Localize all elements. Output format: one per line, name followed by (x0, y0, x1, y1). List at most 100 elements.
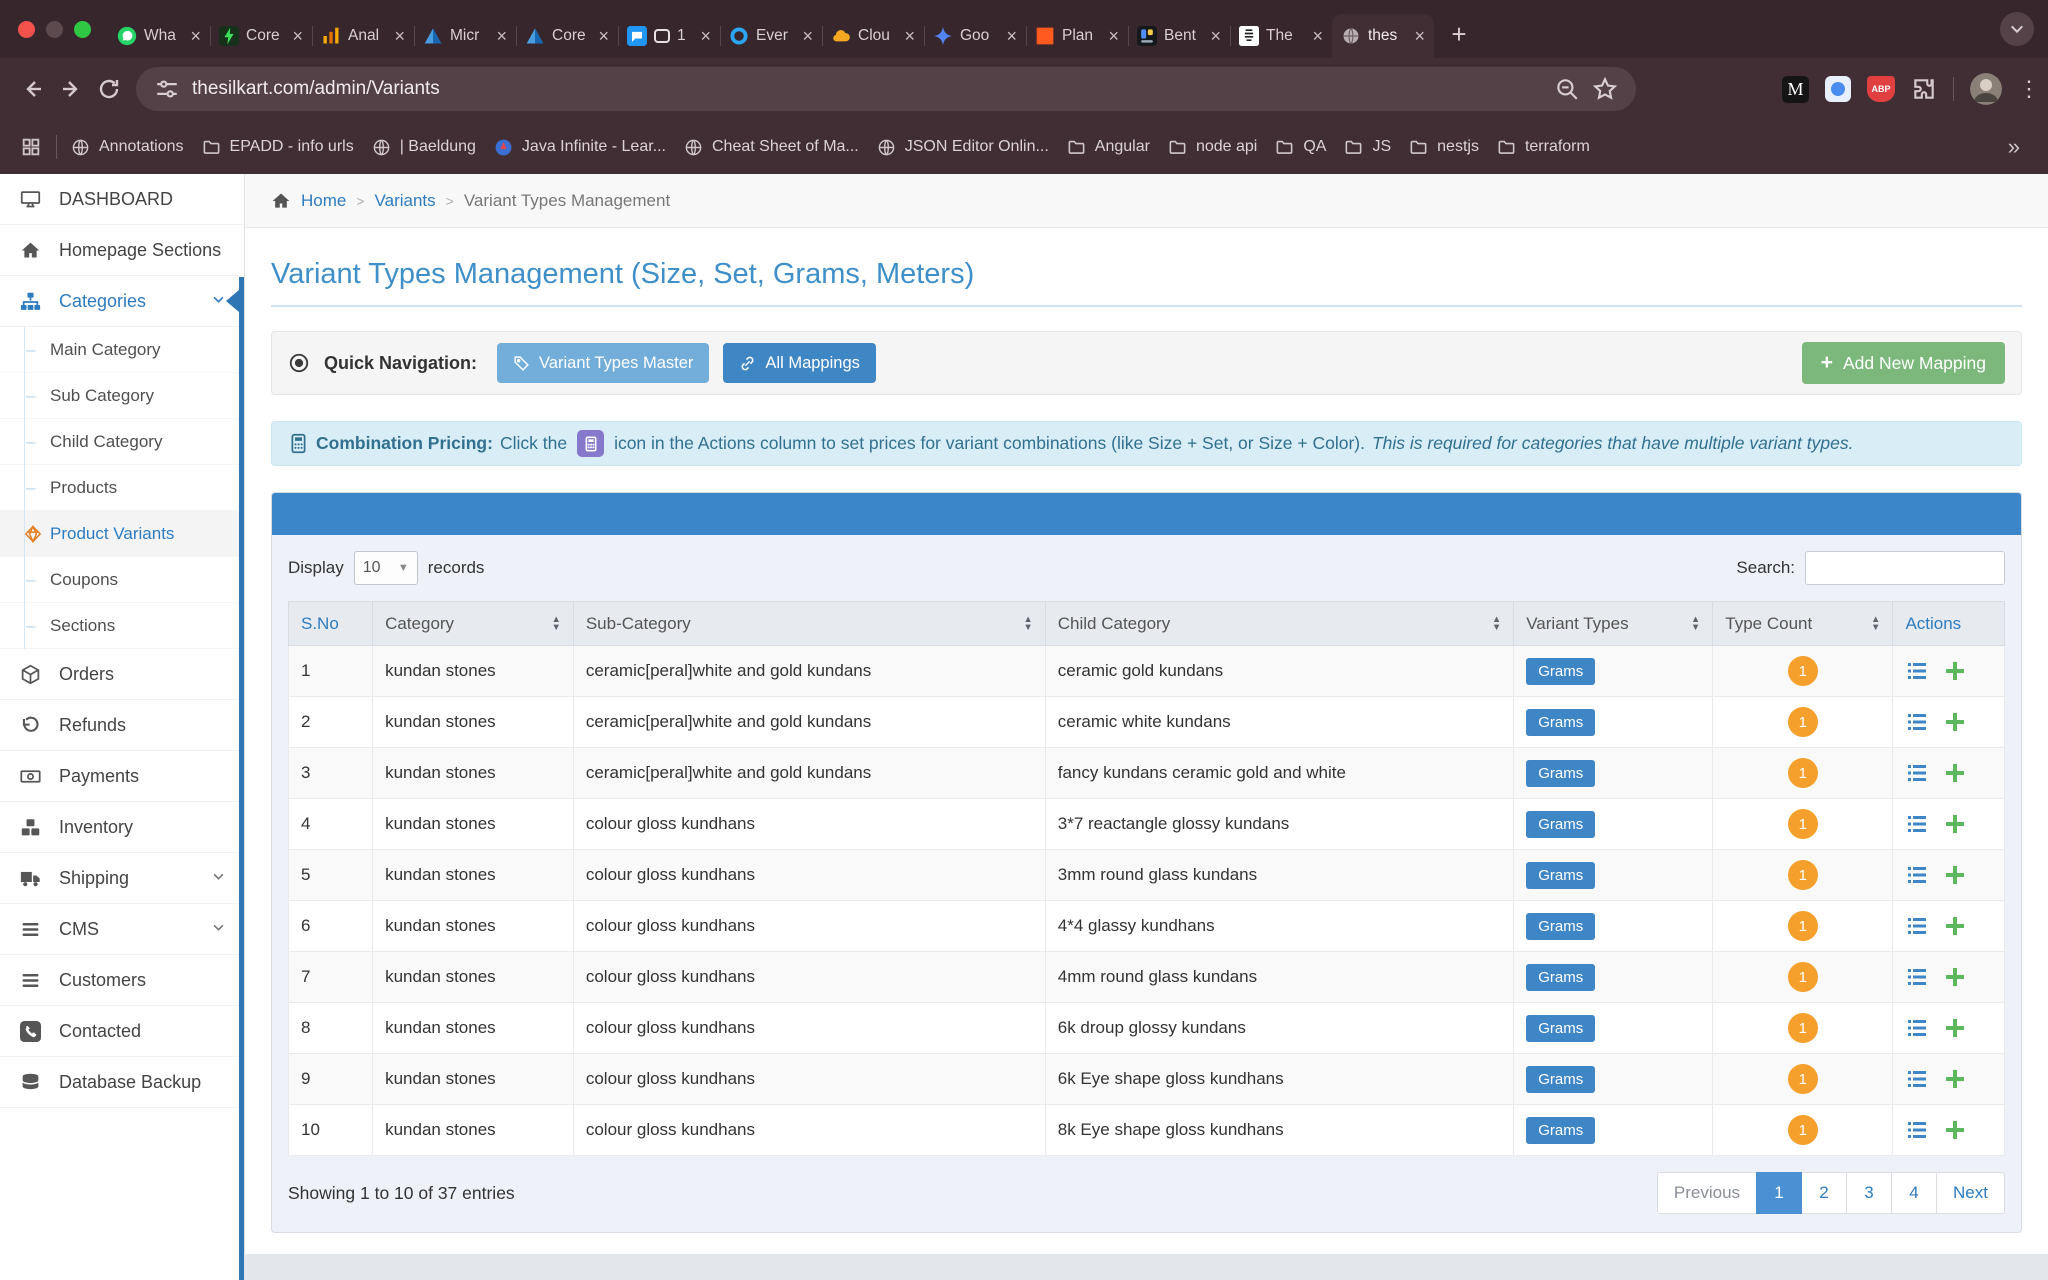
window-minimize-button[interactable] (46, 21, 63, 38)
manage-types-icon[interactable] (1905, 812, 1929, 836)
add-mapping-icon[interactable] (1943, 863, 1967, 887)
pagination-next[interactable]: Next (1936, 1172, 2005, 1214)
site-settings-icon[interactable] (154, 76, 180, 102)
browser-tab[interactable]: thes× (1332, 14, 1434, 58)
add-mapping-icon[interactable] (1943, 812, 1967, 836)
tab-close-icon[interactable]: × (1006, 27, 1017, 45)
bookmark-item[interactable]: QA (1275, 138, 1326, 157)
browser-tab[interactable]: Core× (210, 14, 312, 58)
add-new-mapping-button[interactable]: + Add New Mapping (1802, 342, 2005, 384)
sidebar-item-sub-category[interactable]: –Sub Category (0, 373, 244, 419)
medium-extension-icon[interactable]: M (1782, 76, 1809, 103)
sidebar-item-coupons[interactable]: –Coupons (0, 557, 244, 603)
pagination-page-3[interactable]: 3 (1846, 1172, 1892, 1214)
add-mapping-icon[interactable] (1943, 965, 1967, 989)
variant-types-master-button[interactable]: Variant Types Master (497, 343, 709, 383)
sidebar-item-cms[interactable]: CMS (0, 904, 244, 955)
sidebar-item-main-category[interactable]: –Main Category (0, 327, 244, 373)
browser-tab[interactable]: Micr× (414, 14, 516, 58)
column-header-s-no[interactable]: S.No (289, 602, 373, 646)
add-mapping-icon[interactable] (1943, 761, 1967, 785)
tab-search-chevron-button[interactable] (2000, 12, 2034, 46)
sidebar-item-homepage-sections[interactable]: Homepage Sections (0, 225, 244, 276)
browser-tab[interactable]: The× (1230, 14, 1332, 58)
sidebar-item-contacted[interactable]: Contacted (0, 1006, 244, 1057)
manage-types-icon[interactable] (1905, 1067, 1929, 1091)
manage-types-icon[interactable] (1905, 1016, 1929, 1040)
column-header-type-count[interactable]: Type Count▲▼ (1713, 602, 1893, 646)
tab-close-icon[interactable]: × (1108, 27, 1119, 45)
bookmark-item[interactable]: Cheat Sheet of Ma... (684, 138, 859, 157)
browser-tab[interactable]: Bent× (1128, 14, 1230, 58)
bookmark-item[interactable]: JS (1344, 138, 1391, 157)
browser-tab[interactable]: Anal× (312, 14, 414, 58)
sidebar-item-sections[interactable]: –Sections (0, 603, 244, 649)
search-input[interactable] (1805, 551, 2005, 585)
add-mapping-icon[interactable] (1943, 710, 1967, 734)
pagination-page-2[interactable]: 2 (1801, 1172, 1847, 1214)
breadcrumb-link[interactable]: Variants (375, 191, 436, 211)
tab-close-icon[interactable]: × (190, 27, 201, 45)
sort-icon[interactable]: ▲▼ (1492, 616, 1501, 632)
tab-close-icon[interactable]: × (598, 27, 609, 45)
breadcrumb-link[interactable]: Home (301, 191, 346, 211)
window-zoom-button[interactable] (74, 21, 91, 38)
bookmark-item[interactable]: nestjs (1409, 138, 1479, 157)
bookmark-item[interactable]: JSON Editor Onlin... (877, 138, 1049, 157)
window-close-button[interactable] (18, 21, 35, 38)
tab-close-icon[interactable]: × (292, 27, 303, 45)
add-mapping-icon[interactable] (1943, 1016, 1967, 1040)
tab-close-icon[interactable]: × (700, 27, 711, 45)
bookmark-item[interactable]: Annotations (71, 138, 184, 157)
sidebar-item-orders[interactable]: Orders (0, 649, 244, 700)
sort-icon[interactable]: ▲▼ (1691, 616, 1700, 632)
browser-menu-icon[interactable]: ⋮ (2018, 76, 2034, 102)
manage-types-icon[interactable] (1905, 710, 1929, 734)
manage-types-icon[interactable] (1905, 914, 1929, 938)
sidebar-item-database-backup[interactable]: Database Backup (0, 1057, 244, 1108)
bookmark-item[interactable]: Java Infinite - Lear... (494, 138, 666, 157)
tab-close-icon[interactable]: × (496, 27, 507, 45)
sort-icon[interactable]: ▲▼ (1871, 616, 1880, 632)
column-header-variant-types[interactable]: Variant Types▲▼ (1514, 602, 1713, 646)
all-mappings-button[interactable]: All Mappings (723, 343, 875, 383)
page-size-select[interactable]: 10 ▼ (354, 551, 418, 585)
column-header-sub-category[interactable]: Sub-Category▲▼ (573, 602, 1045, 646)
sidebar-item-categories[interactable]: Categories (0, 276, 244, 327)
bookmark-star-icon[interactable] (1592, 76, 1618, 102)
sidebar-item-product-variants[interactable]: Product Variants (0, 511, 244, 557)
column-header-child-category[interactable]: Child Category▲▼ (1045, 602, 1513, 646)
tab-close-icon[interactable]: × (394, 27, 405, 45)
adblock-plus-extension-icon[interactable]: ABP (1867, 76, 1895, 102)
add-mapping-icon[interactable] (1943, 1118, 1967, 1142)
sort-icon[interactable]: ▲▼ (1023, 616, 1032, 632)
tab-close-icon[interactable]: × (1312, 27, 1323, 45)
sidebar-item-shipping[interactable]: Shipping (0, 853, 244, 904)
forward-button[interactable] (52, 70, 90, 108)
address-bar[interactable]: thesilkart.com/admin/Variants (136, 67, 1636, 111)
sidebar-item-child-category[interactable]: –Child Category (0, 419, 244, 465)
column-header-category[interactable]: Category▲▼ (373, 602, 574, 646)
tab-close-icon[interactable]: × (802, 27, 813, 45)
bookmark-item[interactable]: EPADD - info urls (202, 138, 354, 157)
browser-tab[interactable]: Plan× (1026, 14, 1128, 58)
add-mapping-icon[interactable] (1943, 914, 1967, 938)
browser-tab[interactable]: Clou× (822, 14, 924, 58)
blue-extension-icon[interactable] (1825, 76, 1851, 102)
tab-close-icon[interactable]: × (1210, 27, 1221, 45)
manage-types-icon[interactable] (1905, 659, 1929, 683)
sidebar-item-inventory[interactable]: Inventory (0, 802, 244, 853)
tab-close-icon[interactable]: × (1414, 27, 1425, 45)
manage-types-icon[interactable] (1905, 761, 1929, 785)
sidebar-item-customers[interactable]: Customers (0, 955, 244, 1006)
browser-tab[interactable]: 1× (618, 14, 720, 58)
browser-tab[interactable]: Ever× (720, 14, 822, 58)
reload-button[interactable] (90, 70, 128, 108)
back-button[interactable] (14, 70, 52, 108)
profile-avatar[interactable] (1970, 73, 2002, 105)
pagination-previous[interactable]: Previous (1657, 1172, 1757, 1214)
pagination-page-4[interactable]: 4 (1891, 1172, 1937, 1214)
sidebar-item-products[interactable]: –Products (0, 465, 244, 511)
tab-close-icon[interactable]: × (904, 27, 915, 45)
manage-types-icon[interactable] (1905, 1118, 1929, 1142)
